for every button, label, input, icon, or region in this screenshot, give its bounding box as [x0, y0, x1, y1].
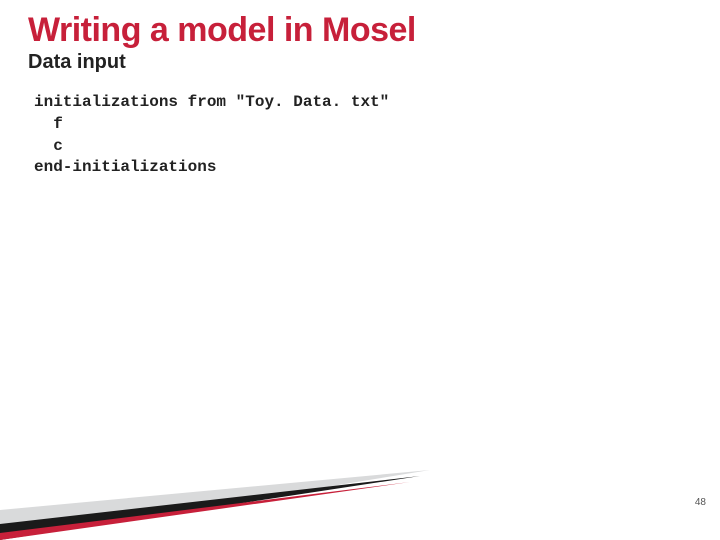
code-line-1: initializations from "Toy. Data. txt" — [34, 93, 389, 111]
slide-subtitle: Data input — [28, 51, 692, 74]
slide: Writing a model in Mosel Data input init… — [0, 0, 720, 540]
code-block: initializations from "Toy. Data. txt" f … — [28, 92, 692, 178]
page-number: 48 — [695, 497, 706, 508]
code-line-4: end-initializations — [34, 158, 216, 176]
code-line-3: c — [34, 137, 63, 155]
code-line-2: f — [34, 115, 63, 133]
slide-title: Writing a model in Mosel — [28, 12, 692, 49]
decorative-swoosh — [0, 420, 720, 540]
